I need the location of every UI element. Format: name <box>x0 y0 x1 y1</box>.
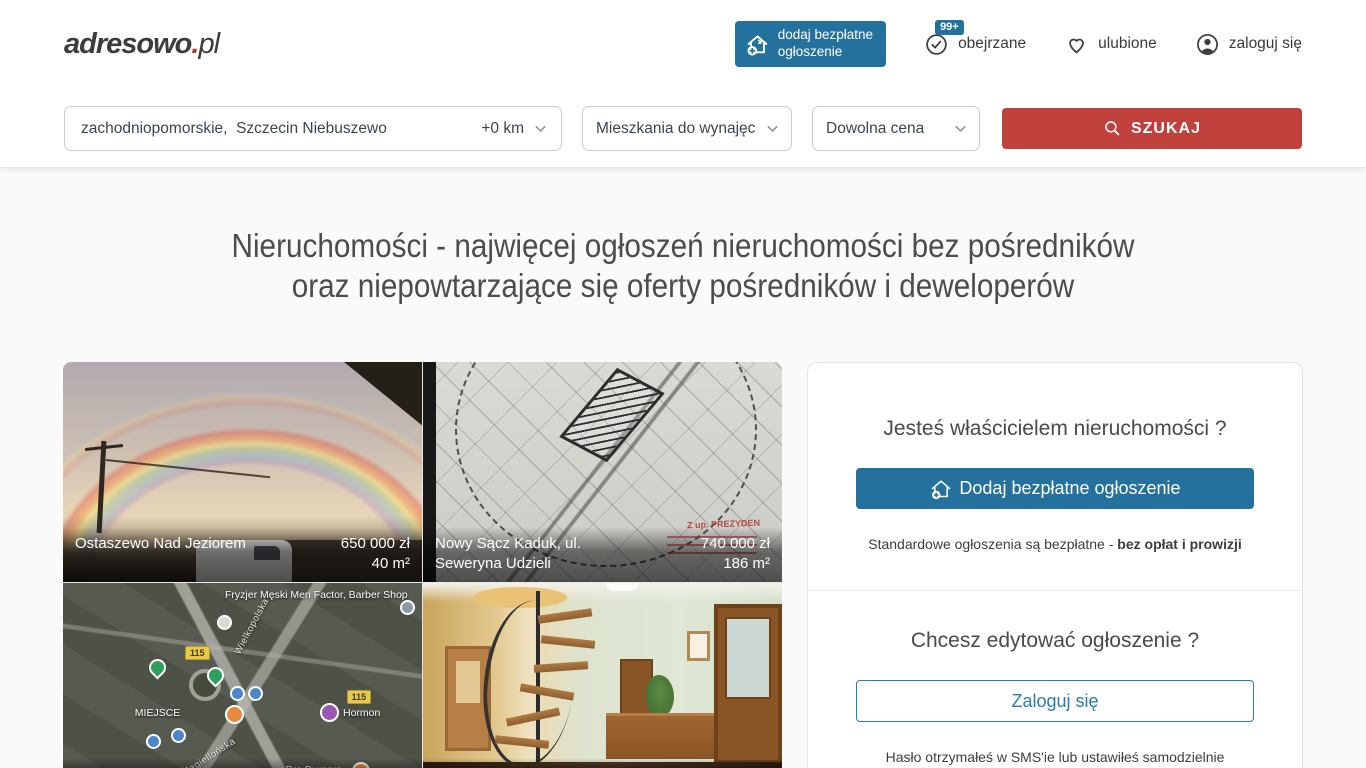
viewed-label: obejrzane <box>958 35 1026 53</box>
map-poi-label: MIEJSCE <box>135 707 181 719</box>
add-free-listing-label: Dodaj bezpłatne ogłoszenie <box>959 478 1180 499</box>
check-circle-icon <box>924 32 949 57</box>
sidebar-login-label: Zaloguj się <box>1011 691 1098 711</box>
map-poi-icon <box>225 705 244 724</box>
photo-texture <box>646 675 675 717</box>
password-note: Hasło otrzymałeś w SMS'ie lub ustawiłeś … <box>856 749 1254 765</box>
header-nav: dodaj bezpłatne ogłoszenie 99+ obejrzane <box>735 21 1302 67</box>
photo-texture <box>327 362 422 434</box>
photo-texture <box>606 713 714 759</box>
photo-texture <box>106 459 270 478</box>
search-submit-button[interactable]: SZUKAJ <box>1002 108 1302 149</box>
user-circle-icon <box>1195 32 1220 57</box>
house-plus-icon <box>745 32 770 57</box>
owner-panel: Jesteś właścicielem nieruchomości ? Doda… <box>807 362 1303 768</box>
search-submit-label: SZUKAJ <box>1131 120 1201 138</box>
listing-meta: 740 000 zł 186 m² <box>701 534 770 574</box>
edit-section: Chcesz edytować ogłoszenie ? Zaloguj się… <box>808 590 1302 768</box>
map-transit-icon <box>230 686 245 701</box>
featured-listings-grid: Ostaszewo Nad Jeziorem 650 000 zł 40 m² … <box>63 362 782 768</box>
property-type-select[interactable]: Mieszkania do wynajęc <box>582 106 792 151</box>
search-icon <box>1103 119 1122 138</box>
listing-label: Szczecin Centrum, ul. 674 000 zł <box>63 758 422 768</box>
listing-area: 40 m² <box>341 554 410 574</box>
listing-label: Białystok Zielone Wzgórze 599 576 zł <box>423 758 782 768</box>
map-poi-label: Hormon <box>343 707 380 719</box>
map-transit-icon <box>146 734 161 749</box>
chevron-down-icon <box>952 120 969 137</box>
listing-price: 740 000 zł <box>701 534 770 554</box>
add-listing-label: dodaj bezpłatne ogłoszenie <box>778 27 873 61</box>
location-search-control[interactable]: +0 km <box>64 106 562 151</box>
listing-location: Ostaszewo Nad Jeziorem <box>75 534 246 554</box>
listing-card-szczecin[interactable]: Fryzjer Męski Men Factor, Barber Shop 11… <box>63 583 422 768</box>
map-transit-icon <box>248 686 263 701</box>
location-input[interactable] <box>81 120 473 138</box>
login-label: zaloguj się <box>1229 35 1302 53</box>
photo-texture <box>687 631 710 660</box>
listing-card-ostaszewo[interactable]: Ostaszewo Nad Jeziorem 650 000 zł 40 m² <box>63 362 422 582</box>
owner-heading: Jesteś właścicielem nieruchomości ? <box>856 417 1254 441</box>
logo[interactable]: adresowo.pl <box>64 28 219 61</box>
add-listing-button[interactable]: dodaj bezpłatne ogłoszenie <box>735 21 886 67</box>
hero: Nieruchomości - najwięcej ogłoszeń nieru… <box>0 226 1366 306</box>
listing-card-bialystok[interactable]: Białystok Zielone Wzgórze 599 576 zł <box>423 583 782 768</box>
search-bar: +0 km Mieszkania do wynajęc Dowolna cena… <box>64 88 1302 167</box>
favorites-button[interactable]: ulubione <box>1064 32 1157 57</box>
radius-value[interactable]: +0 km <box>481 120 524 138</box>
road-number-badge: 115 <box>185 646 210 660</box>
free-note: Standardowe ogłoszenia są bezpłatne - be… <box>856 536 1254 552</box>
chevron-down-icon <box>532 120 549 137</box>
topbar: adresowo.pl dodaj bezpłatne ogłoszenie <box>0 0 1366 168</box>
heart-icon <box>1064 32 1089 57</box>
property-type-value: Mieszkania do wynajęc <box>596 120 755 138</box>
listing-meta: 650 000 zł 40 m² <box>341 534 410 574</box>
viewed-icon-wrap: 99+ <box>924 32 949 57</box>
map-poi-icon <box>217 615 232 630</box>
listing-label: Nowy Sącz Kaduk, ul. Seweryna Udzieli 74… <box>423 527 782 582</box>
price-value: Dowolna cena <box>826 120 924 138</box>
road-number-badge: 115 <box>347 690 372 704</box>
header-row: adresowo.pl dodaj bezpłatne ogłoszenie <box>64 0 1302 88</box>
map-street-label: Wielkopolska <box>233 596 272 656</box>
photo-texture <box>714 604 782 764</box>
listing-card-nowy-sacz[interactable]: Z up. PREZYDEN Nowy Sącz Kaduk, ul. Sewe… <box>423 362 782 582</box>
favorites-label: ulubione <box>1098 35 1157 53</box>
login-button[interactable]: zaloguj się <box>1195 32 1302 57</box>
map-poi-icon <box>320 703 339 722</box>
photo-texture <box>606 583 638 591</box>
page-title: Nieruchomości - najwięcej ogłoszeń nieru… <box>0 226 1366 306</box>
listing-location: Nowy Sącz Kaduk, ul. Seweryna Udzieli <box>435 534 626 574</box>
main-content: Ostaszewo Nad Jeziorem 650 000 zł 40 m² … <box>0 362 1366 768</box>
listing-area: 186 m² <box>701 554 770 574</box>
owner-section: Jesteś właścicielem nieruchomości ? Doda… <box>808 363 1302 590</box>
house-plus-icon <box>929 477 953 501</box>
map-marker-icon <box>146 655 170 679</box>
add-free-listing-button[interactable]: Dodaj bezpłatne ogłoszenie <box>856 468 1254 509</box>
map-poi-icon <box>400 600 415 615</box>
price-select[interactable]: Dowolna cena <box>812 106 980 151</box>
listing-price: 650 000 zł <box>341 534 410 554</box>
sidebar-login-button[interactable]: Zaloguj się <box>856 680 1254 722</box>
edit-heading: Chcesz edytować ogłoszenie ? <box>856 629 1254 653</box>
viewed-button[interactable]: 99+ obejrzane <box>924 32 1026 57</box>
listing-label: Ostaszewo Nad Jeziorem 650 000 zł 40 m² <box>63 527 422 582</box>
logo-tld: pl <box>198 28 219 61</box>
map-transit-icon <box>171 728 186 743</box>
viewed-count-badge: 99+ <box>935 20 964 35</box>
map-poi-label: Fryzjer Męski Men Factor, Barber Shop <box>225 589 408 601</box>
chevron-down-icon <box>764 120 781 137</box>
logo-main: adresowo <box>64 28 191 61</box>
